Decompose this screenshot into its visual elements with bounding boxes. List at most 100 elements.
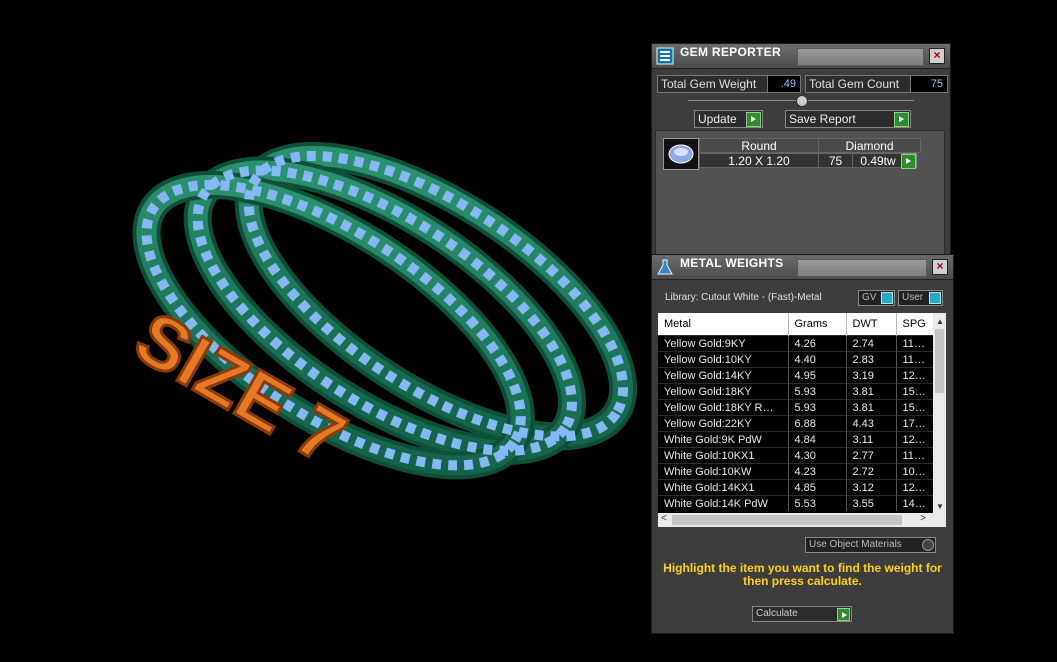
play-icon bbox=[894, 112, 909, 127]
table-row[interactable]: Yellow Gold:9KY 4.26 2.74 11.08 bbox=[658, 335, 934, 352]
scroll-thumb[interactable] bbox=[935, 329, 944, 393]
table-cell: 2.77 bbox=[846, 447, 897, 464]
table-cell: 11.08 bbox=[896, 335, 934, 352]
h-scroll-thumb[interactable] bbox=[672, 515, 902, 525]
table-cell: 12.59 bbox=[896, 431, 934, 448]
use-object-materials-checkbox[interactable]: Use Object Materials bbox=[805, 537, 936, 553]
table-cell: 3.11 bbox=[846, 431, 897, 448]
table-cell: 17.89 bbox=[896, 415, 934, 432]
table-cell: 4.95 bbox=[788, 367, 847, 384]
table-cell: 15.41 bbox=[896, 383, 934, 400]
close-button[interactable]: × bbox=[929, 48, 945, 64]
radio-icon bbox=[922, 539, 934, 551]
save-report-button[interactable]: Save Report bbox=[785, 110, 911, 128]
table-cell: 2.83 bbox=[846, 351, 897, 368]
table-cell: 3.81 bbox=[846, 399, 897, 416]
table-cell: 5.93 bbox=[788, 399, 847, 416]
gv-toggle[interactable]: GV bbox=[858, 290, 895, 306]
column-header[interactable]: DWT bbox=[846, 313, 897, 336]
use-object-materials-label: Use Object Materials bbox=[809, 539, 902, 550]
table-row[interactable]: White Gold:10KW 4.23 2.72 10.99 bbox=[658, 463, 934, 480]
table-cell: Yellow Gold:18KY R… bbox=[658, 399, 789, 416]
user-toggle[interactable]: User bbox=[898, 290, 943, 306]
total-gem-weight-value: .49 bbox=[767, 75, 801, 93]
table-row[interactable]: Yellow Gold:22KY 6.88 4.43 17.89 bbox=[658, 415, 934, 432]
metal-table: Metal Grams DWT SPG Yellow Gold:9KY 4.26 2.74… bbox=[658, 313, 934, 511]
gem-reporter-titlebar[interactable]: GEM REPORTER × bbox=[652, 44, 950, 69]
table-row[interactable]: Yellow Gold:10KY 4.40 2.83 11.45 bbox=[658, 351, 934, 368]
column-header[interactable]: Metal bbox=[658, 313, 789, 336]
table-cell: White Gold:10KW bbox=[658, 463, 789, 480]
gem-weight: 0.49tw bbox=[852, 153, 904, 168]
metal-weights-panel: METAL WEIGHTS × Library: Cutout White - … bbox=[651, 254, 954, 634]
table-row[interactable]: White Gold:10KX1 4.30 2.77 11.18 bbox=[658, 447, 934, 464]
metal-weights-title: METAL WEIGHTS bbox=[680, 256, 784, 270]
table-cell: 5.53 bbox=[788, 495, 847, 511]
total-gem-count-label: Total Gem Count bbox=[805, 75, 912, 93]
play-icon bbox=[901, 154, 916, 169]
user-label: User bbox=[902, 292, 924, 303]
table-cell: 5.93 bbox=[788, 383, 847, 400]
scroll-left-icon[interactable]: < bbox=[661, 513, 667, 524]
table-cell: 11.45 bbox=[896, 351, 934, 368]
table-row[interactable]: White Gold:14K PdW 5.53 3.55 14.37 bbox=[658, 495, 934, 511]
table-cell: 10.99 bbox=[896, 463, 934, 480]
scroll-up-icon[interactable]: ▲ bbox=[936, 317, 944, 326]
table-cell: 11.18 bbox=[896, 447, 934, 464]
table-cell: 12.61 bbox=[896, 479, 934, 496]
report-icon bbox=[656, 47, 674, 65]
total-gem-count-value: 75 bbox=[910, 75, 948, 93]
gem-reporter-panel: GEM REPORTER × Total Gem Weight .49 Tota… bbox=[651, 43, 951, 260]
table-cell: 14.37 bbox=[896, 495, 934, 511]
table-cell: 3.19 bbox=[846, 367, 897, 384]
table-cell: 4.26 bbox=[788, 335, 847, 352]
table-cell: White Gold:14K PdW bbox=[658, 495, 789, 511]
slider-handle[interactable] bbox=[796, 95, 808, 107]
titlebar-band bbox=[797, 48, 924, 66]
table-cell: Yellow Gold:22KY bbox=[658, 415, 789, 432]
metal-weights-titlebar[interactable]: METAL WEIGHTS × bbox=[652, 255, 953, 280]
table-cell: 3.12 bbox=[846, 479, 897, 496]
close-button[interactable]: × bbox=[932, 259, 948, 275]
library-label: Library: Cutout White - (Fast)-Metal bbox=[665, 292, 822, 303]
diamond-icon bbox=[668, 144, 694, 164]
scroll-right-icon[interactable]: > bbox=[920, 513, 926, 524]
table-body: Yellow Gold:9KY 4.26 2.74 11.08 Yellow Gold:… bbox=[658, 335, 934, 511]
table-cell: 4.30 bbox=[788, 447, 847, 464]
table-header: Metal Grams DWT SPG bbox=[658, 313, 934, 336]
instruction-text: Highlight the item you want to find the … bbox=[663, 561, 942, 588]
column-header[interactable]: SPG bbox=[896, 313, 934, 336]
gem-row-button[interactable] bbox=[901, 153, 917, 169]
save-report-button-label: Save Report bbox=[789, 112, 856, 126]
play-icon bbox=[837, 608, 850, 621]
update-button[interactable]: Update bbox=[694, 110, 763, 128]
vertical-scrollbar[interactable]: ▲ ▼ bbox=[933, 313, 946, 513]
table-row[interactable]: Yellow Gold:18KY 5.93 3.81 15.41 bbox=[658, 383, 934, 400]
table-row[interactable]: White Gold:9K PdW 4.84 3.11 12.59 bbox=[658, 431, 934, 448]
table-row[interactable]: Yellow Gold:14KY 4.95 3.19 12.88 bbox=[658, 367, 934, 384]
gem-thumbnail[interactable] bbox=[663, 138, 699, 170]
table-cell: Yellow Gold:10KY bbox=[658, 351, 789, 368]
table-cell: 12.88 bbox=[896, 367, 934, 384]
horizontal-scrollbar[interactable]: < > bbox=[658, 513, 946, 527]
table-row[interactable]: White Gold:14KX1 4.85 3.12 12.61 bbox=[658, 479, 934, 496]
gem-shape: Round bbox=[699, 138, 819, 153]
3d-viewport[interactable]: SIZE 7 bbox=[0, 0, 648, 657]
scroll-down-icon[interactable]: ▼ bbox=[936, 502, 944, 511]
table-cell: 6.88 bbox=[788, 415, 847, 432]
table-cell: 2.72 bbox=[846, 463, 897, 480]
column-header[interactable]: Grams bbox=[788, 313, 847, 336]
table-cell: White Gold:14KX1 bbox=[658, 479, 789, 496]
calculate-button[interactable]: Calculate bbox=[752, 606, 852, 622]
toggle-knob-icon bbox=[929, 292, 941, 304]
ring-render: SIZE 7 bbox=[120, 141, 638, 482]
table-cell: Yellow Gold:9KY bbox=[658, 335, 789, 352]
flask-icon bbox=[657, 259, 673, 275]
metal-table-container[interactable]: Metal Grams DWT SPG Yellow Gold:9KY 4.26 2.74… bbox=[658, 313, 946, 513]
table-cell: 4.84 bbox=[788, 431, 847, 448]
table-row[interactable]: Yellow Gold:18KY R… 5.93 3.81 15.41 bbox=[658, 399, 934, 416]
gem-count: 75 bbox=[818, 153, 853, 168]
titlebar-band bbox=[797, 259, 927, 277]
table-cell: 4.23 bbox=[788, 463, 847, 480]
table-cell: 4.40 bbox=[788, 351, 847, 368]
